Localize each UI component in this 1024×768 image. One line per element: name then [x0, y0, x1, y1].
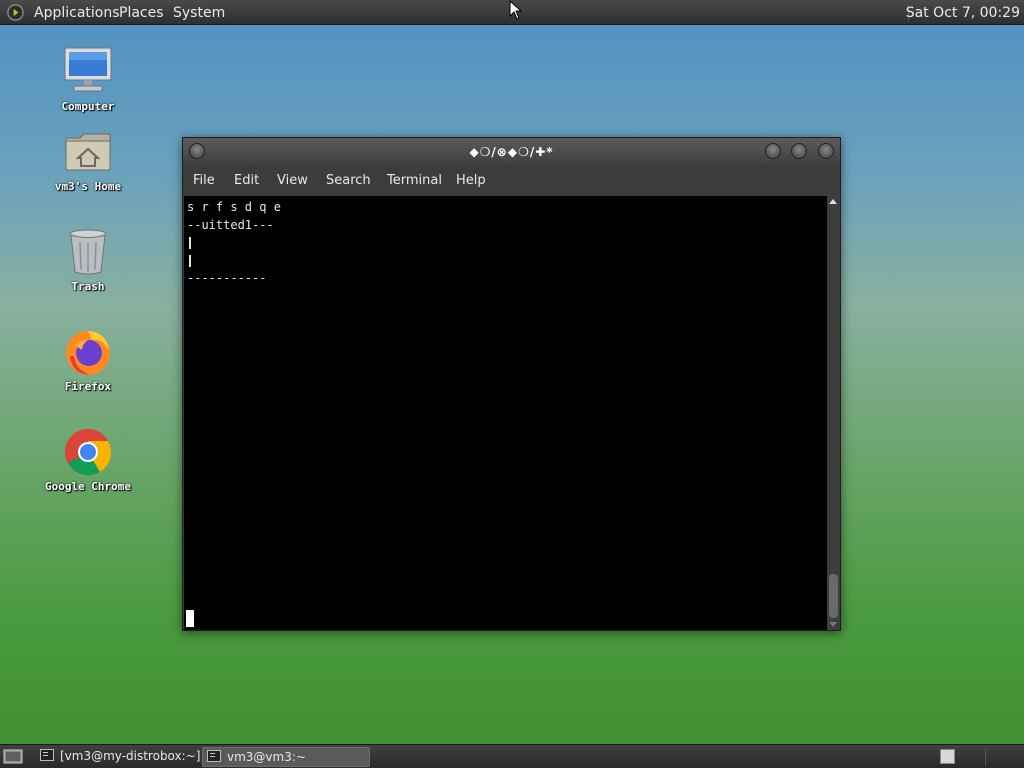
- chrome-icon: [65, 429, 112, 476]
- desktop-icon-home[interactable]: vm3's Home: [28, 126, 148, 193]
- terminal-icon: [207, 750, 221, 762]
- terminal-screen[interactable]: s r f s d q e --uitted1--- -----------: [184, 196, 827, 630]
- menu-search[interactable]: Search: [326, 174, 371, 188]
- taskbar-button-label: [vm3@my-distrobox:~]: [60, 749, 200, 763]
- terminal-line: s r f s d q e: [187, 200, 281, 214]
- menu-help[interactable]: Help: [456, 174, 486, 188]
- desktop-icon-label: Computer: [61, 100, 115, 113]
- terminal-line: --uitted1---: [187, 218, 274, 232]
- show-desktop-icon[interactable]: [3, 748, 23, 765]
- taskbar-button-active[interactable]: vm3@vm3:~: [202, 747, 370, 767]
- desktop-icon-computer[interactable]: Computer: [28, 46, 148, 113]
- vertical-scrollbar[interactable]: [827, 196, 840, 630]
- terminal-icon: [40, 749, 54, 761]
- maximize-button[interactable]: [791, 143, 807, 159]
- desktop-icon-label: Firefox: [64, 380, 112, 393]
- desktop-icon-chrome[interactable]: Google Chrome: [28, 426, 148, 493]
- taskbar-button[interactable]: [vm3@my-distrobox:~]: [36, 747, 200, 767]
- terminal-menubar: File Edit View Search Terminal Help: [183, 166, 840, 196]
- close-button[interactable]: [818, 143, 834, 159]
- gnome-foot-icon[interactable]: [6, 3, 25, 22]
- desktop-icon-label: vm3's Home: [54, 180, 122, 193]
- menu-view[interactable]: View: [277, 174, 308, 188]
- bottom-panel: [vm3@my-distrobox:~] vm3@vm3:~: [0, 744, 1024, 768]
- desktop-icon-label: Trash: [71, 280, 105, 293]
- scrollbar-thumb[interactable]: [829, 574, 838, 618]
- minimize-button[interactable]: [765, 143, 781, 159]
- window-title: ◆❍/⊗◆❍/✚*: [469, 145, 554, 159]
- desktop-icon-label: Google Chrome: [44, 480, 132, 493]
- computer-monitor-icon: [64, 47, 112, 92]
- menu-edit[interactable]: Edit: [234, 174, 259, 188]
- terminal-bar-line: [189, 237, 191, 249]
- desktop-icon-firefox[interactable]: Firefox: [28, 326, 148, 393]
- scroll-up-arrow-icon[interactable]: [829, 199, 837, 204]
- panel-separator: [985, 748, 986, 766]
- firefox-icon: [66, 331, 110, 375]
- clock[interactable]: Sat Oct 7, 00:29: [906, 4, 1020, 22]
- trash-can-icon: [69, 229, 107, 275]
- applications-menu[interactable]: Applications: [34, 4, 120, 22]
- menu-terminal[interactable]: Terminal: [387, 174, 442, 188]
- terminal-line: -----------: [187, 271, 267, 285]
- places-menu[interactable]: Places: [119, 4, 164, 22]
- terminal-window[interactable]: ◆❍/⊗◆❍/✚* File Edit View Search Terminal…: [182, 137, 841, 631]
- desktop-icon-trash[interactable]: Trash: [28, 226, 148, 293]
- scroll-down-arrow-icon[interactable]: [829, 622, 837, 627]
- taskbar-button-label: vm3@vm3:~: [227, 750, 306, 764]
- workspace-switcher[interactable]: [940, 749, 955, 764]
- home-folder-icon: [65, 133, 111, 171]
- text-cursor: [186, 610, 194, 627]
- system-menu[interactable]: System: [173, 4, 225, 22]
- window-titlebar[interactable]: ◆❍/⊗◆❍/✚*: [183, 138, 840, 166]
- menu-file[interactable]: File: [193, 174, 215, 188]
- mouse-pointer-icon: [509, 0, 523, 20]
- terminal-bar-line: [189, 255, 191, 267]
